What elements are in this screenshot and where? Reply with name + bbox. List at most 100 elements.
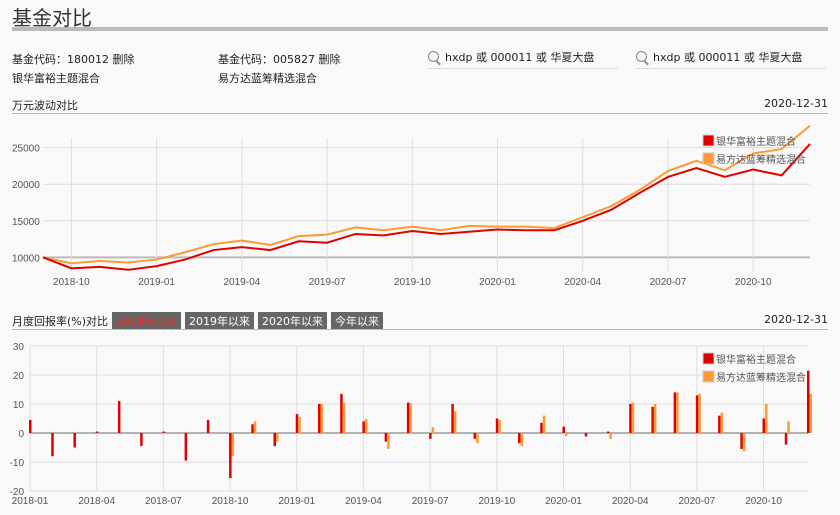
bar (564, 433, 568, 436)
bar (317, 404, 321, 433)
bar (409, 403, 412, 433)
legend-label: 银华富裕主题混合 (716, 135, 796, 148)
line-section-title: 万元波动对比 (12, 99, 78, 112)
line-chart: 10000 15000 20000 25000 2018-10 2019-01 2019-0… (12, 124, 811, 288)
legend-swatch (702, 134, 715, 147)
x-tick-label: 2019-01 (138, 277, 175, 288)
bar (453, 411, 457, 433)
bar (51, 433, 54, 457)
y-tick-label: 0 (18, 429, 24, 440)
bar (117, 401, 121, 433)
x-tick-label: 2018-01 (12, 496, 49, 507)
bar (29, 419, 32, 433)
bar (562, 426, 565, 433)
x-tick-label: 2020-01 (479, 277, 516, 288)
bar (718, 415, 721, 433)
range-button-1[interactable]: 2019年以来 (185, 312, 255, 330)
x-tick-label: 2018-07 (145, 496, 182, 507)
bar (629, 404, 632, 433)
range-button-3[interactable]: 今年以来 (331, 312, 384, 330)
bar (295, 414, 299, 433)
bar (740, 433, 743, 449)
bar (676, 392, 679, 433)
delete-fund-2-link[interactable]: 删除 (319, 53, 341, 66)
bar (587, 433, 590, 434)
x-tick-label: 2019-01 (278, 496, 315, 507)
bar (787, 421, 790, 433)
bar (809, 393, 812, 433)
bar (229, 433, 232, 478)
legend-label: 银华富裕主题混合 (716, 353, 796, 366)
fund-search-input-2[interactable]: hxdp 或 000011 或 华夏大盘 (636, 50, 826, 69)
search-icon (636, 51, 647, 62)
bar (140, 433, 143, 447)
legend-label: 易方达蓝筹精选混合 (716, 153, 806, 166)
line-section-date: 2020-12-31 (764, 97, 828, 110)
bar (387, 433, 390, 449)
legend-swatch (702, 370, 715, 383)
x-tick-label: 2020-04 (612, 496, 649, 507)
x-tick-label: 2019-04 (345, 496, 382, 507)
bar (695, 395, 699, 433)
legend-swatch (702, 352, 715, 365)
y-tick-label: -10 (10, 458, 25, 469)
bar (298, 417, 301, 433)
bar (273, 433, 277, 447)
bar (584, 433, 588, 437)
bar (184, 433, 188, 461)
range-button-2[interactable]: 2020年以来 (258, 312, 328, 330)
bar (540, 422, 543, 433)
x-tick-label: 2020-04 (564, 277, 601, 288)
bar (784, 433, 788, 445)
bar (429, 433, 432, 439)
bar (742, 433, 746, 452)
y-tick-label: 15000 (12, 217, 40, 228)
bar (720, 412, 724, 433)
range-button-0[interactable]: 2018年以来 (112, 312, 182, 330)
fund-code: 180012 (67, 53, 109, 66)
delete-fund-1-link[interactable]: 删除 (113, 53, 135, 66)
x-tick-label: 2020-10 (735, 277, 772, 288)
bar (431, 427, 435, 433)
x-tick-label: 2019-10 (478, 496, 515, 507)
x-tick-label: 2019-07 (309, 277, 346, 288)
fund-name: 易方达蓝筹精选混合 (218, 72, 317, 85)
bar (698, 393, 701, 433)
bar (476, 433, 479, 444)
bar (364, 419, 368, 433)
fund-1-info: 基金代码：180012 删除 银华富裕主题混合 (12, 51, 135, 86)
legend-swatch (702, 152, 715, 165)
bar (520, 433, 524, 447)
bar (518, 433, 521, 444)
x-tick-label: 2020-10 (745, 496, 782, 507)
bar (495, 418, 499, 433)
bar (651, 406, 654, 433)
bar-section-header: 月度回报率(%)对比 2018年以来 2019年以来 2020年以来 今年以来 (12, 312, 384, 330)
fund-search-input-1[interactable]: hxdp 或 000011 或 华夏大盘 (428, 50, 618, 69)
fund-code: 005827 (273, 53, 315, 66)
y-tick-label: 10 (13, 400, 25, 411)
bar (807, 370, 810, 433)
bar (406, 402, 410, 433)
x-tick-label: 2020-07 (679, 496, 716, 507)
bar (498, 419, 501, 433)
bar-section-title: 月度回报率(%)对比 (12, 315, 109, 328)
bar (231, 433, 235, 457)
y-tick-label: 30 (13, 342, 25, 353)
fund-code-label: 基金代码： (218, 53, 273, 66)
series-line (42, 124, 811, 265)
bar (762, 418, 766, 433)
x-tick-label: 2019-10 (394, 277, 431, 288)
bar (95, 431, 99, 433)
x-tick-label: 2018-10 (212, 496, 249, 507)
y-tick-label: 20 (13, 371, 25, 382)
bar (340, 393, 343, 433)
bar (473, 433, 477, 439)
title-divider (12, 27, 828, 31)
bar (251, 424, 254, 433)
bar (342, 402, 346, 433)
bar (631, 402, 635, 433)
bar (451, 404, 454, 433)
y-tick-label: 20000 (12, 180, 40, 191)
y-tick-label: 10000 (12, 253, 40, 264)
